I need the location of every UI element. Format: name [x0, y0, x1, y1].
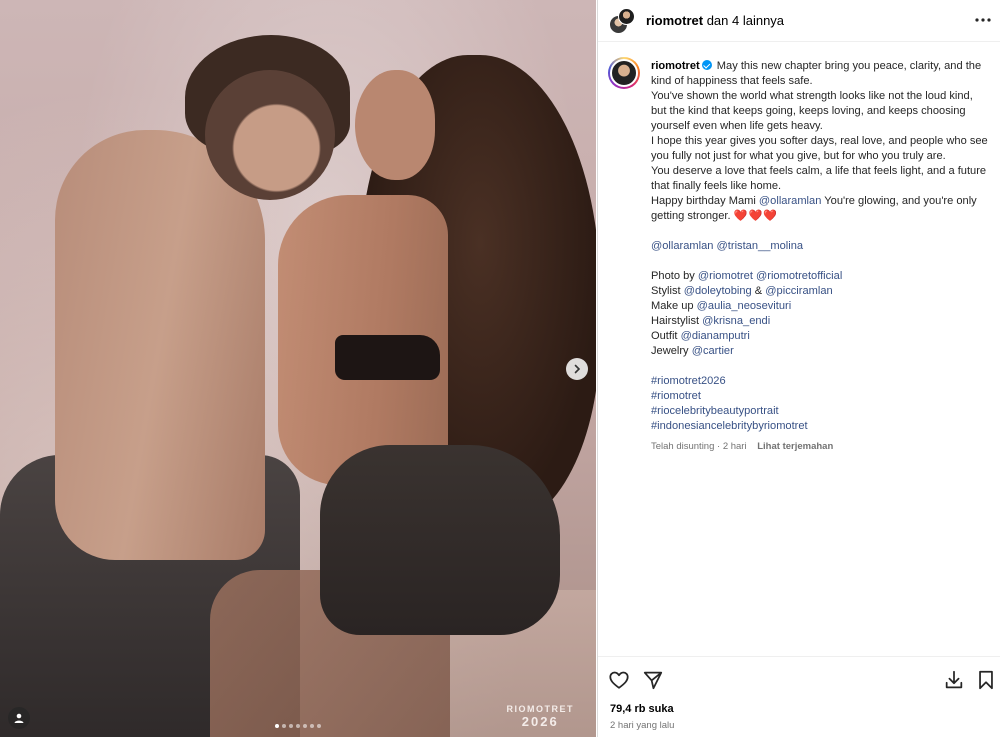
carousel-dot [310, 724, 314, 728]
credit-label: Make up [651, 300, 694, 312]
mention-link[interactable]: @riomotret @riomotretofficial [698, 270, 842, 282]
mentions-line: @ollaramlan @tristan__molina [651, 239, 991, 254]
avatar [610, 59, 638, 87]
bookmark-icon [979, 670, 993, 690]
mention-link[interactable]: @doleytobing [684, 285, 752, 297]
header-title: riomotret dan 4 lainnya [646, 13, 784, 28]
share-button[interactable] [642, 669, 664, 691]
hashtag-link[interactable]: #riomotret2026 [651, 374, 991, 389]
photo-woman-shorts [320, 445, 560, 635]
photo-man-head [205, 70, 335, 200]
credit-label: Photo by [651, 270, 695, 282]
see-translation-link[interactable]: Lihat terjemahan [757, 441, 833, 452]
photo-woman-face [355, 70, 435, 180]
hashtag-link[interactable]: #indonesiancelebritybyriomotret [651, 419, 991, 434]
carousel-dot [289, 724, 293, 728]
credit-line: Outfit @dianamputri [651, 329, 991, 344]
caption-avatar[interactable] [608, 57, 640, 89]
like-button[interactable] [608, 669, 630, 691]
mention-link[interactable]: @ollaramlan [759, 195, 821, 207]
caption-birthday-line: Happy birthday Mami @ollaramlan You're g… [651, 194, 991, 224]
caption-line: May this new chapter bring you peace, cl… [651, 60, 982, 87]
caption-text: riomotret May this new chapter bring you… [651, 59, 991, 454]
header-username[interactable]: riomotret [646, 13, 703, 28]
save-button[interactable] [975, 669, 997, 691]
carousel-dot [282, 724, 286, 728]
caption-line: You've shown the world what strength loo… [651, 90, 973, 132]
header-others[interactable]: dan 4 lainnya [707, 13, 784, 28]
mention-link[interactable]: @cartier [692, 345, 734, 357]
next-slide-button[interactable] [566, 358, 588, 380]
carousel-indicator [0, 724, 596, 728]
credit-label: Hairstylist [651, 315, 700, 327]
heart-icon [609, 671, 629, 689]
download-icon [945, 670, 963, 689]
hashtag-link[interactable]: #riomotret [651, 389, 991, 404]
post-side-panel: riomotret dan 4 lainnya riomotret May th… [597, 0, 1000, 737]
caption-area: riomotret May this new chapter bring you… [598, 42, 1000, 656]
birthday-prefix: Happy birthday Mami [651, 195, 756, 207]
chevron-right-icon [574, 364, 581, 374]
collab-avatars[interactable] [609, 8, 635, 34]
verified-badge-icon [701, 60, 712, 70]
credit-joiner: & [754, 285, 763, 297]
carousel-dot [303, 724, 307, 728]
carousel-dot [275, 724, 279, 728]
more-options-button[interactable] [973, 10, 993, 30]
carousel-dot [296, 724, 300, 728]
person-icon [14, 713, 24, 723]
caption-line: I hope this year gives you softer days, … [651, 135, 988, 162]
mention-link[interactable]: @aulia_neoseviturі [697, 300, 792, 312]
photo-woman-top [335, 335, 440, 380]
credit-label: Outfit [651, 330, 678, 342]
mention-link[interactable]: @tristan__molina [717, 240, 804, 252]
credit-line: Make up @aulia_neoseviturі [651, 299, 991, 314]
hearts-emoji: ❤️❤️❤️ [733, 210, 779, 222]
mention-link[interactable]: @krisna_endi [702, 315, 770, 327]
caption-username[interactable]: riomotret [651, 60, 700, 72]
carousel-dot [317, 724, 321, 728]
likes-count[interactable]: 79,4 rb suka [610, 703, 674, 715]
mention-link[interactable]: @dianamputri [681, 330, 750, 342]
caption-line: You deserve a love that feels calm, a li… [651, 165, 987, 192]
credit-label: Jewelry [651, 345, 689, 357]
credit-line: Photo by @riomotret @riomotretofficial [651, 269, 991, 284]
paper-plane-icon [643, 671, 663, 690]
caption-meta: Telah disunting · 2 hari Lihat terjemaha… [651, 439, 991, 454]
hashtag-link[interactable]: #riocelebritybeautyportrait [651, 404, 991, 419]
edited-label: Telah disunting · 2 hari [651, 441, 747, 452]
mention-link[interactable]: @ollaramlan [651, 240, 713, 252]
mention-link[interactable]: @picciramlan [765, 285, 832, 297]
action-bar: 79,4 rb suka 2 hari yang lalu [598, 656, 1000, 737]
post-time[interactable]: 2 hari yang lalu [610, 720, 674, 731]
credit-line: Jewelry @cartier [651, 344, 991, 359]
photo-man-torso [55, 130, 265, 560]
credit-line: Hairstylist @krisna_endi [651, 314, 991, 329]
avatar [618, 8, 635, 25]
download-button[interactable] [943, 669, 965, 691]
watermark-brand: RIOMOTRET [506, 704, 574, 714]
post-photo[interactable]: RIOMOTRET 2026 [0, 0, 596, 737]
credit-line: Stylist @doleytobing & @picciramlan [651, 284, 991, 299]
ellipsis-icon [975, 18, 991, 22]
post-header: riomotret dan 4 lainnya [598, 0, 1000, 42]
credit-label: Stylist [651, 285, 681, 297]
